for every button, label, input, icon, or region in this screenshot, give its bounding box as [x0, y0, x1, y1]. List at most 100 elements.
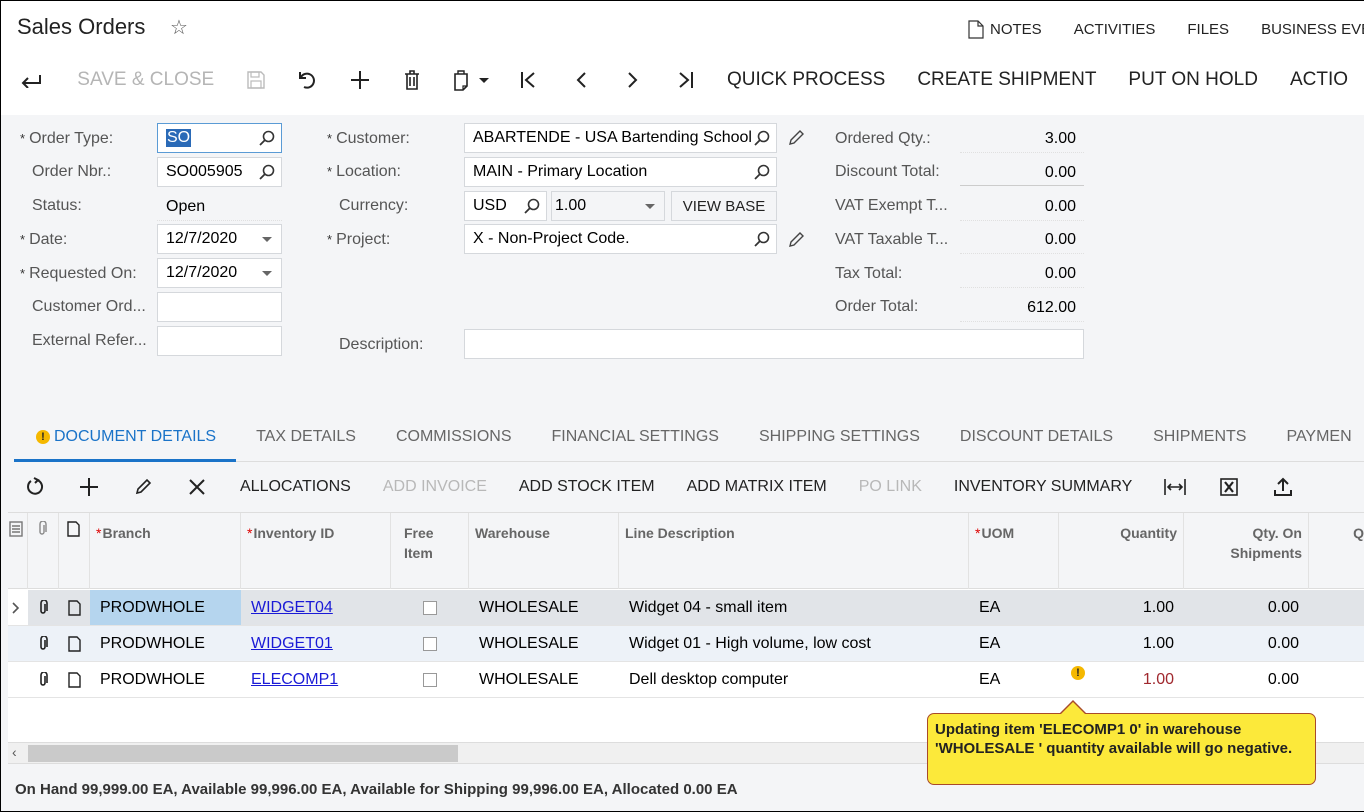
- description-cell[interactable]: Widget 01 - High volume, low cost: [619, 626, 969, 661]
- note-icon[interactable]: [59, 662, 90, 697]
- branch-header[interactable]: *Branch: [90, 513, 241, 589]
- order-type-input[interactable]: SO: [157, 123, 282, 153]
- quantity-cell[interactable]: 1.00: [1059, 626, 1184, 661]
- description-cell[interactable]: Widget 04 - small item: [619, 590, 969, 625]
- save-button[interactable]: [230, 62, 282, 98]
- activities-link[interactable]: ACTIVITIES: [1074, 21, 1156, 38]
- tab-document-details[interactable]: ! DOCUMENT DETAILS: [14, 418, 237, 462]
- uom-header[interactable]: *UOM: [969, 513, 1059, 589]
- last-record-button[interactable]: [659, 62, 711, 98]
- tab-financial-settings[interactable]: FINANCIAL SETTINGS: [532, 418, 739, 462]
- inventory-id-cell[interactable]: ELECOMP1: [241, 662, 391, 697]
- quantity-cell[interactable]: 1.00: [1059, 662, 1184, 697]
- branch-cell[interactable]: PRODWHOLE: [90, 590, 241, 625]
- description-input[interactable]: [464, 329, 1084, 359]
- tab-shipping-settings[interactable]: SHIPPING SETTINGS: [739, 418, 940, 462]
- qty-on-shipments-cell[interactable]: 0.00: [1184, 590, 1309, 625]
- notes-link[interactable]: NOTES: [968, 20, 1042, 39]
- quick-process-button[interactable]: QUICK PROCESS: [711, 69, 901, 91]
- search-icon[interactable]: [754, 164, 770, 180]
- dropdown-caret-icon[interactable]: [262, 237, 272, 242]
- free-item-cell[interactable]: [391, 662, 469, 697]
- tab-shipments[interactable]: SHIPMENTS: [1133, 418, 1266, 462]
- location-input[interactable]: MAIN - Primary Location: [464, 157, 777, 187]
- table-row[interactable]: PRODWHOLE WIDGET01 WHOLESALE Widget 01 -…: [8, 626, 1364, 662]
- inventory-summary-button[interactable]: INVENTORY SUMMARY: [938, 478, 1148, 496]
- create-shipment-button[interactable]: CREATE SHIPMENT: [901, 69, 1112, 91]
- scrollbar-thumb[interactable]: [28, 745, 458, 762]
- order-nbr-input[interactable]: SO005905: [157, 157, 282, 187]
- project-input[interactable]: X - Non-Project Code.: [464, 224, 777, 254]
- search-icon[interactable]: [259, 164, 275, 180]
- refresh-button[interactable]: [8, 467, 62, 507]
- warehouse-cell[interactable]: WHOLESALE: [469, 626, 619, 661]
- customer-order-input[interactable]: [157, 292, 282, 322]
- free-item-checkbox[interactable]: [423, 672, 437, 687]
- branch-cell[interactable]: PRODWHOLE: [90, 662, 241, 697]
- inventory-id-header[interactable]: *Inventory ID: [241, 513, 391, 589]
- uom-cell[interactable]: EA: [969, 662, 1059, 697]
- add-invoice-button[interactable]: ADD INVOICE: [367, 478, 503, 496]
- branch-cell[interactable]: PRODWHOLE: [90, 626, 241, 661]
- uom-cell[interactable]: EA: [969, 590, 1059, 625]
- next-record-button[interactable]: [607, 62, 659, 98]
- inventory-id-cell[interactable]: WIDGET04: [241, 590, 391, 625]
- inventory-id-link[interactable]: ELECOMP1: [251, 671, 338, 689]
- search-icon[interactable]: [754, 231, 770, 247]
- edit-row-button[interactable]: [116, 467, 170, 507]
- free-item-cell[interactable]: [391, 590, 469, 625]
- upload-button[interactable]: [1256, 467, 1310, 507]
- add-stock-item-button[interactable]: ADD STOCK ITEM: [503, 478, 671, 496]
- description-cell[interactable]: Dell desktop computer: [619, 662, 969, 697]
- add-button[interactable]: [334, 62, 386, 98]
- next-column-header[interactable]: Q: [1309, 513, 1364, 589]
- qty-on-shipments-header[interactable]: Qty. On Shipments: [1184, 513, 1309, 589]
- free-item-header[interactable]: Free Item: [391, 513, 469, 589]
- inventory-id-link[interactable]: WIDGET01: [251, 635, 333, 653]
- edit-pencil-icon[interactable]: [787, 129, 805, 147]
- copy-paste-button[interactable]: [438, 62, 504, 98]
- delete-button[interactable]: [386, 62, 438, 98]
- undo-button[interactable]: [282, 62, 334, 98]
- table-row[interactable]: PRODWHOLE ELECOMP1 WHOLESALE Dell deskto…: [8, 662, 1364, 698]
- allocations-button[interactable]: ALLOCATIONS: [224, 478, 367, 496]
- warehouse-cell[interactable]: WHOLESALE: [469, 662, 619, 697]
- search-icon[interactable]: [524, 198, 540, 214]
- fit-columns-button[interactable]: [1148, 467, 1202, 507]
- customer-input[interactable]: ABARTENDE - USA Bartending School: [464, 123, 777, 153]
- note-icon[interactable]: [59, 590, 90, 625]
- note-icon[interactable]: [59, 626, 90, 661]
- currency-input[interactable]: USD: [464, 191, 547, 221]
- add-row-button[interactable]: [62, 467, 116, 507]
- table-row[interactable]: PRODWHOLE WIDGET04 WHOLESALE Widget 04 -…: [8, 590, 1364, 626]
- row-selector-icon[interactable]: [8, 590, 28, 625]
- actions-button[interactable]: ACTIO: [1274, 69, 1364, 91]
- free-item-checkbox[interactable]: [423, 636, 437, 651]
- quantity-header[interactable]: Quantity: [1059, 513, 1184, 589]
- export-excel-button[interactable]: [1202, 467, 1256, 507]
- delete-row-button[interactable]: [170, 467, 224, 507]
- dropdown-caret-icon[interactable]: [262, 271, 272, 276]
- previous-record-button[interactable]: [555, 62, 607, 98]
- qty-on-shipments-cell[interactable]: 0.00: [1184, 626, 1309, 661]
- search-icon[interactable]: [754, 130, 770, 146]
- save-close-button[interactable]: SAVE & CLOSE: [61, 69, 230, 91]
- search-icon[interactable]: [259, 130, 275, 146]
- currency-rate-select[interactable]: 1.00: [551, 191, 665, 221]
- business-events-link[interactable]: BUSINESS EVE: [1261, 21, 1364, 38]
- po-link-button[interactable]: PO LINK: [843, 478, 938, 496]
- inventory-id-link[interactable]: WIDGET04: [251, 599, 333, 617]
- quantity-cell[interactable]: 1.00: [1059, 590, 1184, 625]
- free-item-checkbox[interactable]: [423, 600, 437, 615]
- external-ref-input[interactable]: [157, 326, 282, 356]
- inventory-id-cell[interactable]: WIDGET01: [241, 626, 391, 661]
- line-description-header[interactable]: Line Description: [619, 513, 969, 589]
- dropdown-caret-icon[interactable]: [645, 204, 655, 209]
- warehouse-header[interactable]: Warehouse: [469, 513, 619, 589]
- first-record-button[interactable]: [504, 62, 556, 98]
- qty-on-shipments-cell[interactable]: 0.00: [1184, 662, 1309, 697]
- warehouse-cell[interactable]: WHOLESALE: [469, 590, 619, 625]
- column-settings-header[interactable]: [8, 513, 28, 589]
- tab-commissions[interactable]: COMMISSIONS: [376, 418, 532, 462]
- tab-tax-details[interactable]: TAX DETAILS: [236, 418, 376, 462]
